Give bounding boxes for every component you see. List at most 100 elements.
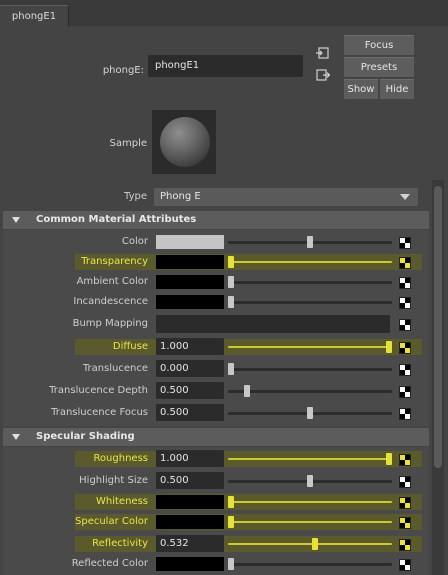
show-button[interactable]: Show: [344, 79, 378, 99]
transparency-swatch[interactable]: [156, 255, 224, 269]
whiteness-label: Whiteness: [96, 496, 148, 507]
color-swatch[interactable]: [156, 235, 224, 249]
translucence-slider-handle[interactable]: [228, 363, 234, 375]
bump-mapping-label: Bump Mapping: [72, 318, 148, 329]
hide-button[interactable]: Hide: [380, 79, 414, 99]
specular-color-slider-track[interactable]: [228, 521, 392, 523]
section-title: Common Material Attributes: [36, 214, 197, 225]
reflectivity-slider-track[interactable]: [228, 543, 392, 545]
map-texture-icon[interactable]: [399, 517, 411, 529]
incandescence-label: Incandescence: [73, 296, 148, 307]
transparency-slider-handle[interactable]: [228, 256, 234, 268]
translucence-field[interactable]: 0.000: [156, 360, 224, 377]
ambient-color-swatch[interactable]: [156, 275, 224, 289]
highlight-size-field[interactable]: 0.500: [156, 472, 224, 489]
roughness-slider-track[interactable]: [228, 458, 392, 460]
collapse-triangle-icon: [12, 434, 20, 440]
attr-row-diffuse: Diffuse 1.000: [0, 337, 432, 357]
type-dropdown[interactable]: Phong E: [154, 188, 418, 206]
map-texture-icon[interactable]: [399, 386, 411, 398]
reflected-color-swatch[interactable]: [156, 557, 224, 571]
translucence-focus-label: Translucence Focus: [51, 407, 148, 418]
roughness-slider-handle[interactable]: [386, 453, 392, 465]
sample-label: Sample: [109, 138, 148, 149]
input-connection-icon[interactable]: [316, 46, 330, 60]
attr-row-highlight-size: Highlight Size 0.500: [0, 471, 432, 491]
diffuse-field[interactable]: 1.000: [156, 338, 224, 355]
map-texture-icon[interactable]: [399, 342, 411, 354]
translucence-depth-field[interactable]: 0.500: [156, 382, 224, 399]
reflected-color-slider-track[interactable]: [228, 563, 392, 566]
specular-color-swatch[interactable]: [156, 515, 224, 529]
translucence-label: Translucence: [82, 363, 148, 374]
chevron-down-icon: [400, 194, 410, 200]
color-label: Color: [121, 236, 148, 247]
map-texture-icon[interactable]: [399, 408, 411, 420]
transparency-slider-track[interactable]: [228, 261, 392, 263]
map-texture-icon[interactable]: [399, 559, 411, 571]
section-title: Specular Shading: [36, 431, 135, 442]
ambient-color-label: Ambient Color: [76, 276, 148, 287]
translucence-focus-field[interactable]: 0.500: [156, 404, 224, 421]
ambient-color-slider-track[interactable]: [228, 281, 392, 284]
highlight-size-label: Highlight Size: [79, 475, 148, 486]
map-texture-icon[interactable]: [399, 257, 411, 269]
bump-mapping-field[interactable]: [156, 315, 390, 333]
specular-color-slider-handle[interactable]: [228, 516, 234, 528]
ambient-color-slider-handle[interactable]: [228, 276, 234, 288]
incandescence-slider-track[interactable]: [228, 301, 392, 304]
section-common-material-attributes[interactable]: Common Material Attributes: [3, 211, 429, 229]
reflected-color-label: Reflected Color: [71, 558, 148, 569]
translucence-focus-slider-handle[interactable]: [307, 407, 313, 419]
whiteness-slider-handle[interactable]: [228, 496, 234, 508]
map-texture-icon[interactable]: [399, 497, 411, 509]
roughness-label: Roughness: [93, 453, 148, 464]
attr-row-color: Color: [0, 232, 432, 252]
reflectivity-slider-handle[interactable]: [312, 538, 318, 550]
attr-row-translucence-depth: Translucence Depth 0.500: [0, 381, 432, 401]
scrollbar-thumb[interactable]: [434, 186, 442, 468]
attr-row-incandescence: Incandescence: [0, 292, 432, 312]
specular-color-label: Specular Color: [75, 516, 148, 527]
map-texture-icon[interactable]: [399, 454, 411, 466]
section-specular-shading[interactable]: Specular Shading: [3, 428, 429, 446]
whiteness-slider-track[interactable]: [228, 501, 392, 503]
color-slider-handle[interactable]: [307, 236, 313, 248]
map-texture-icon[interactable]: [399, 319, 411, 331]
map-texture-icon[interactable]: [399, 476, 411, 488]
attr-row-transparency: Transparency: [0, 252, 432, 272]
presets-button[interactable]: Presets: [344, 57, 414, 77]
map-texture-icon[interactable]: [399, 277, 411, 289]
translucence-depth-slider-handle[interactable]: [244, 385, 250, 397]
translucence-depth-slider-track[interactable]: [228, 390, 392, 393]
map-texture-icon[interactable]: [399, 237, 411, 249]
diffuse-slider-handle[interactable]: [386, 341, 392, 353]
map-texture-icon[interactable]: [399, 297, 411, 309]
diffuse-slider-track[interactable]: [228, 346, 392, 348]
tab-phonge1[interactable]: phongE1: [0, 5, 69, 27]
material-sample-sphere: [160, 117, 210, 167]
incandescence-slider-handle[interactable]: [228, 296, 234, 308]
highlight-size-slider-handle[interactable]: [307, 475, 313, 487]
reflected-color-slider-handle[interactable]: [228, 558, 234, 570]
translucence-slider-track[interactable]: [228, 368, 392, 371]
diffuse-label: Diffuse: [112, 341, 148, 352]
incandescence-swatch[interactable]: [156, 295, 224, 309]
roughness-field[interactable]: 1.000: [156, 450, 224, 467]
output-connection-icon[interactable]: [316, 68, 331, 82]
common-attributes-rows: Color Transparency Ambient Color Incandesce…: [0, 231, 432, 427]
node-name-field[interactable]: phongE1: [148, 55, 303, 77]
reflectivity-field[interactable]: 0.532: [156, 535, 224, 552]
type-label: Type: [124, 191, 147, 202]
whiteness-swatch[interactable]: [156, 495, 224, 509]
attr-row-bump-mapping: Bump Mapping: [0, 314, 432, 334]
focus-button[interactable]: Focus: [344, 35, 414, 55]
attr-row-ambient-color: Ambient Color: [0, 272, 432, 292]
specular-shading-rows: Roughness 1.000 Highlight Size 0.500 Whitene…: [0, 448, 432, 575]
reflectivity-label: Reflectivity: [92, 538, 148, 549]
attr-row-reflected-color: Reflected Color: [0, 554, 432, 574]
map-texture-icon[interactable]: [399, 364, 411, 376]
transparency-label: Transparency: [81, 256, 148, 267]
attr-row-translucence: Translucence 0.000: [0, 359, 432, 379]
map-texture-icon[interactable]: [399, 539, 411, 551]
